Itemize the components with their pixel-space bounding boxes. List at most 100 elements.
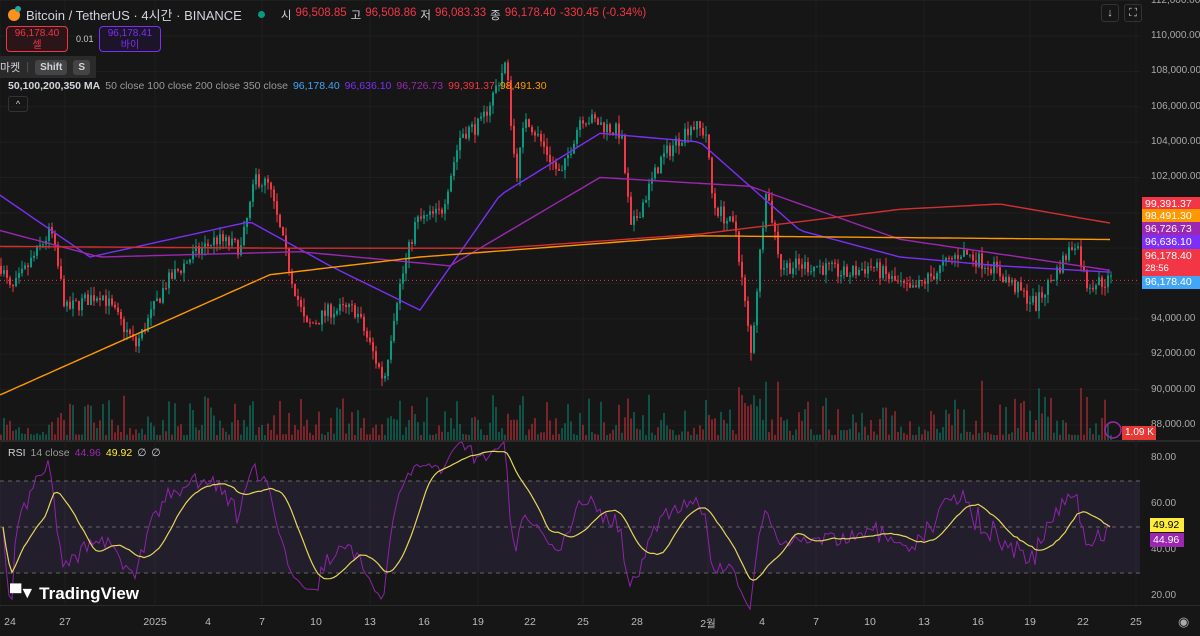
volume-bar bbox=[234, 403, 236, 440]
candle-body bbox=[1035, 296, 1037, 311]
change-value: -330.45 (-0.34%) bbox=[559, 6, 647, 19]
tradingview-logo[interactable]: ▀▼ TradingView bbox=[10, 584, 139, 604]
candle-body bbox=[288, 247, 290, 272]
volume-bar bbox=[153, 426, 155, 440]
volume-bar bbox=[276, 434, 278, 440]
volume-bar bbox=[39, 434, 41, 440]
volume-bar bbox=[360, 427, 362, 440]
volume-bar bbox=[669, 429, 671, 440]
candle-body bbox=[963, 250, 965, 257]
candle-body bbox=[102, 295, 104, 301]
candle-body bbox=[768, 193, 770, 201]
candle-body bbox=[717, 207, 719, 216]
ma-value-5: 98,491.30 bbox=[499, 80, 547, 92]
rsi-tick: 60.00 bbox=[1151, 498, 1177, 509]
candle-body bbox=[924, 281, 926, 284]
candle-body bbox=[1101, 277, 1103, 287]
ma-params: 50 close 100 close 200 close 350 close bbox=[105, 80, 288, 92]
candle-body bbox=[840, 275, 842, 277]
volume-bar bbox=[810, 429, 812, 440]
volume-bar bbox=[570, 421, 572, 440]
volume-bar bbox=[504, 434, 506, 440]
candle-body bbox=[939, 265, 941, 274]
rsi-ma-value: 49.92 bbox=[105, 447, 133, 459]
volume-bar bbox=[564, 423, 566, 440]
volume-bar bbox=[372, 427, 374, 440]
volume-bar bbox=[507, 413, 509, 440]
candle-body bbox=[9, 277, 11, 285]
candle-body bbox=[309, 322, 311, 324]
candle-body bbox=[66, 301, 68, 307]
volume-bar bbox=[141, 428, 143, 440]
price-chart[interactable] bbox=[0, 0, 1200, 636]
candle-body bbox=[333, 314, 335, 318]
volume-bar bbox=[477, 419, 479, 440]
volume-bar bbox=[51, 421, 53, 440]
rsi-legend[interactable]: RSI 14 close 44.96 49.92 ∅ ∅ bbox=[8, 447, 161, 459]
candle-body bbox=[468, 127, 470, 139]
volume-bar bbox=[459, 424, 461, 440]
volume-bar bbox=[144, 434, 146, 440]
volume-bar bbox=[294, 425, 296, 440]
collapse-legend-button[interactable]: ^ bbox=[8, 96, 28, 112]
rsi-tick: 80.00 bbox=[1151, 452, 1177, 463]
symbol-header: Bitcoin / TetherUS · 4시간 · BINANCE 시 96,5… bbox=[8, 5, 646, 24]
candle-body bbox=[951, 258, 953, 260]
volume-bar bbox=[366, 434, 368, 440]
ma-legend[interactable]: 50,100,200,350 MA 50 close 100 close 200… bbox=[8, 80, 547, 92]
time-tick: 10 bbox=[864, 616, 876, 628]
market-open-icon bbox=[257, 11, 265, 18]
volume-bar bbox=[639, 429, 641, 440]
sell-button[interactable]: 96,178.40 셀 bbox=[6, 26, 68, 52]
candle-body bbox=[462, 133, 464, 138]
candle-body bbox=[792, 268, 794, 274]
volume-bar bbox=[408, 419, 410, 440]
volume-bar bbox=[843, 430, 845, 440]
volume-bar bbox=[837, 409, 839, 440]
buy-button[interactable]: 96,178.41 바이 bbox=[99, 26, 161, 52]
candle-body bbox=[1044, 294, 1046, 298]
volume-bar bbox=[210, 407, 212, 440]
rsi-empty-2: ∅ bbox=[151, 447, 161, 459]
candle-body bbox=[855, 266, 857, 275]
ma200-line bbox=[0, 203, 1111, 249]
candle-body bbox=[243, 226, 245, 246]
fullscreen-icon[interactable]: ⛶ bbox=[1124, 4, 1142, 22]
volume-bar bbox=[768, 432, 770, 440]
time-tick: 13 bbox=[364, 616, 376, 628]
candle-body bbox=[375, 351, 377, 364]
candle-body bbox=[396, 303, 398, 321]
volume-bar bbox=[735, 434, 737, 440]
volume-bar bbox=[96, 427, 98, 440]
symbol-title[interactable]: Bitcoin / TetherUS · 4시간 · BINANCE bbox=[26, 5, 242, 24]
candle-body bbox=[789, 263, 791, 274]
volume-bar bbox=[681, 431, 683, 440]
volume-bar bbox=[261, 425, 263, 440]
candle-body bbox=[561, 170, 563, 172]
volume-bar bbox=[789, 430, 791, 440]
candle-body bbox=[369, 337, 371, 343]
volume-bar bbox=[678, 434, 680, 440]
candle-body bbox=[546, 146, 548, 155]
time-tick: 2025 bbox=[143, 616, 167, 628]
volume-bar bbox=[285, 434, 287, 440]
volume-bar bbox=[465, 434, 467, 440]
volume-bar bbox=[375, 424, 377, 440]
candle-body bbox=[771, 200, 773, 223]
download-icon[interactable]: ↓ bbox=[1101, 4, 1119, 22]
volume-bar bbox=[150, 422, 152, 440]
candle-body bbox=[234, 238, 236, 241]
volume-bar bbox=[558, 433, 560, 440]
volume-bar bbox=[249, 405, 251, 440]
candle-body bbox=[441, 209, 443, 214]
volume-bar bbox=[600, 401, 602, 440]
time-tick: 7 bbox=[813, 616, 819, 628]
candle-body bbox=[798, 258, 800, 265]
volume-bar bbox=[45, 434, 47, 440]
volume-bar bbox=[696, 434, 698, 440]
candle-body bbox=[72, 300, 74, 309]
candle-body bbox=[384, 375, 386, 379]
volume-bar bbox=[318, 411, 320, 440]
volume-bar bbox=[555, 418, 557, 440]
candle-body bbox=[720, 206, 722, 216]
